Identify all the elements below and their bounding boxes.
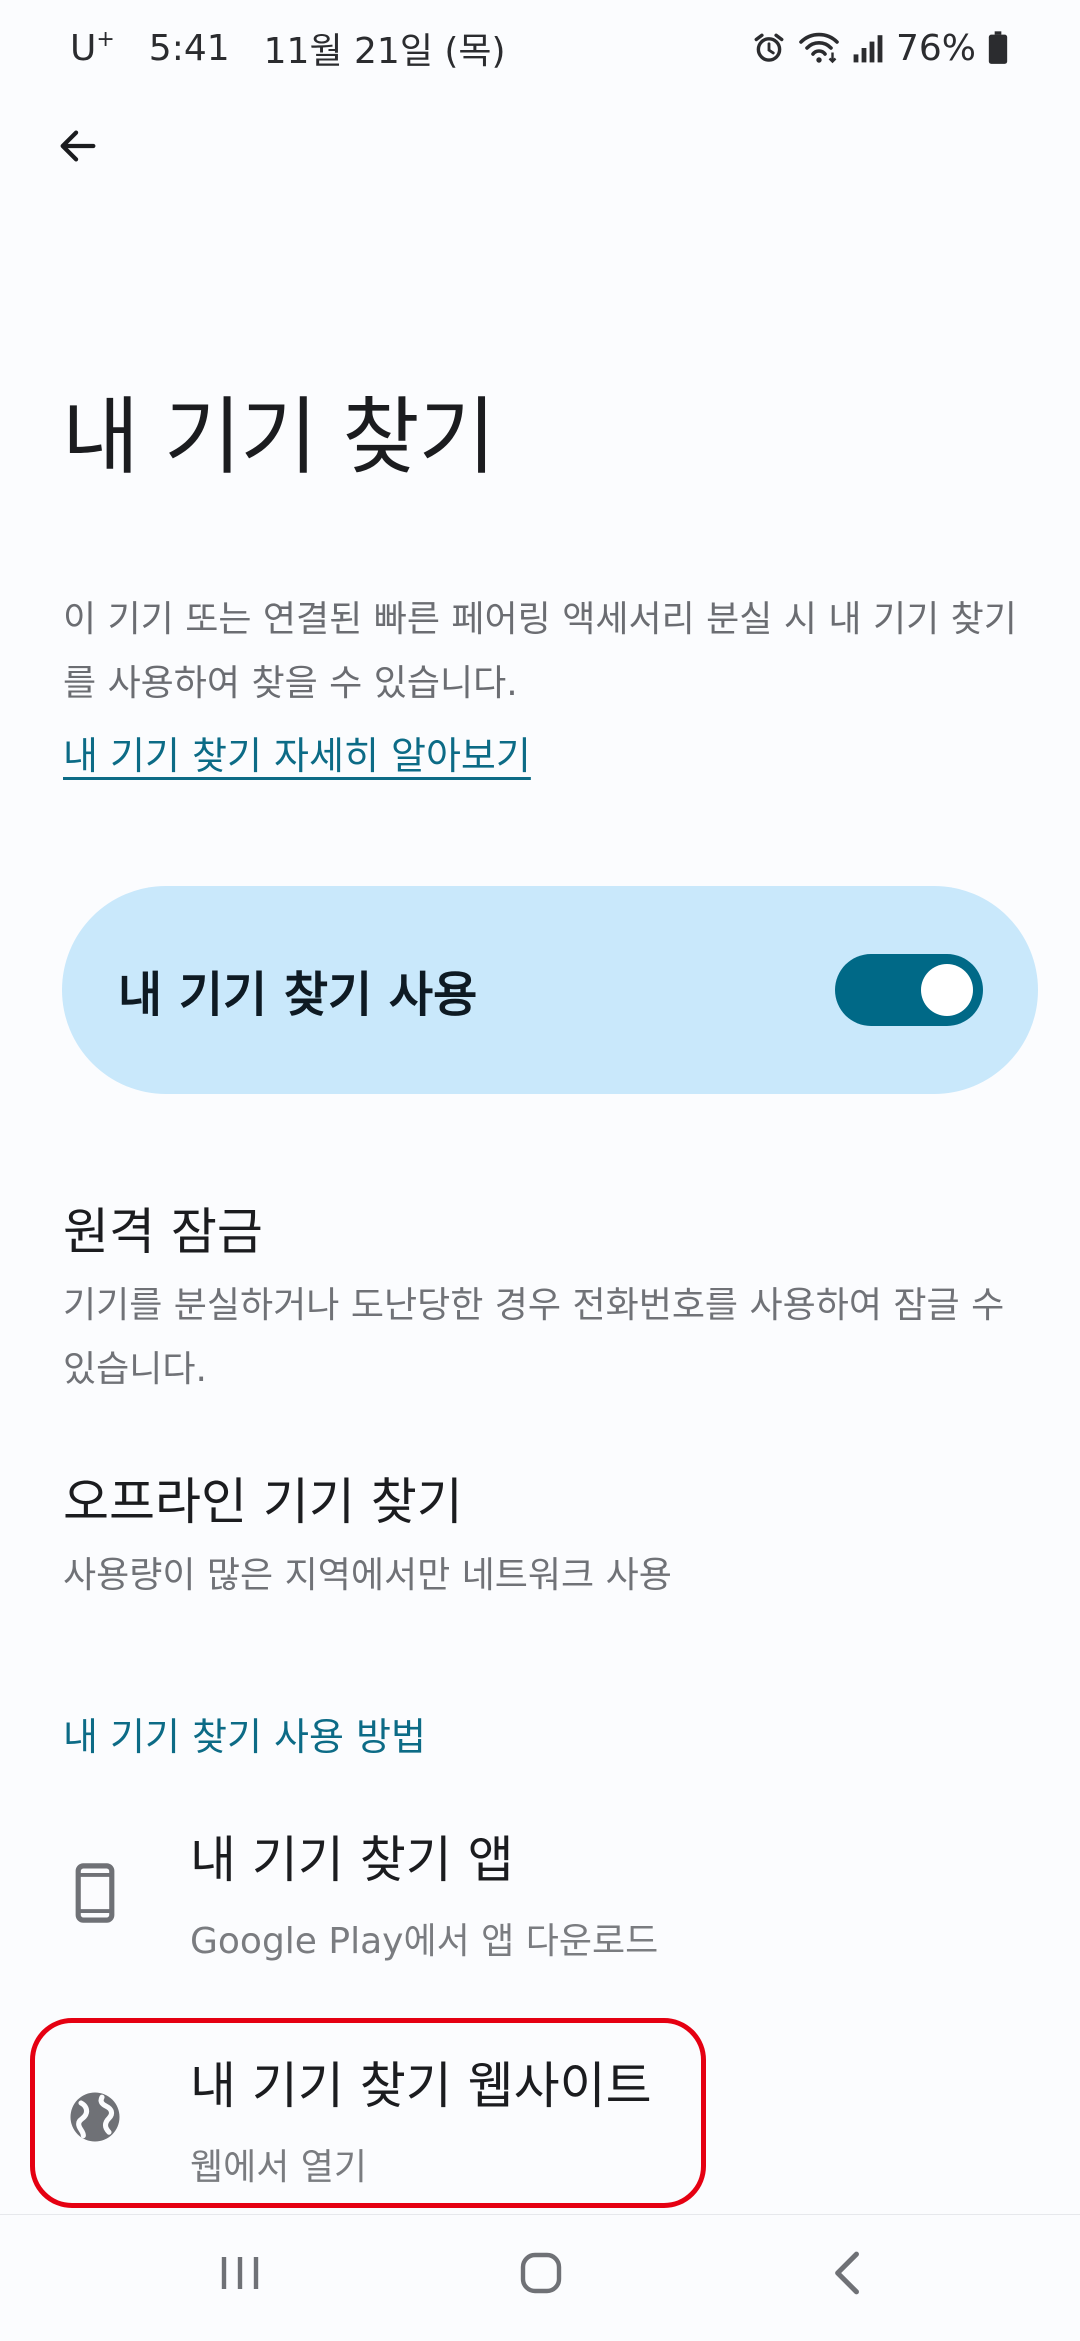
back-button[interactable] [42,112,114,184]
back-icon [831,2250,861,2300]
page-description: 이 기기 또는 연결된 빠른 페어링 액세서리 분실 시 내 기기 찾기를 사용… [63,599,1017,704]
carrier-name: U+ [70,27,115,69]
arrow-left-icon [55,123,101,173]
phone-icon [64,1862,126,1924]
highlight-annotation [30,2018,706,2208]
offline-find-subtitle: 사용량이 많은 지역에서만 네트워크 사용 [63,1555,672,1596]
alarm-icon [752,31,786,65]
find-my-device-toggle-card[interactable]: 내 기기 찾기 사용 [62,886,1038,1094]
status-left: U+ 5:41 11월 21일 (목) [70,22,506,74]
signal-icon [852,33,884,63]
learn-more-link[interactable]: 내 기기 찾기 자세히 알아보기 [63,725,531,780]
recents-button[interactable] [200,2235,280,2315]
nav-back-button[interactable] [806,2235,886,2315]
find-my-device-toggle-label: 내 기기 찾기 사용 [118,967,478,1023]
section-header: 내 기기 찾기 사용 방법 [63,1715,426,1759]
status-date: 11월 21일 (목) [263,31,506,72]
status-bar: U+ 5:41 11월 21일 (목) 76% [0,0,1080,96]
find-my-device-app-title: 내 기기 찾기 앱 [190,1831,514,1889]
wifi-icon [798,31,840,65]
page-title: 내 기기 찾기 [62,388,496,486]
remote-lock-item[interactable]: 원격 잠금 기기를 분실하거나 도난당한 경우 전화번호를 사용하여 잠글 수 … [63,1192,1043,1402]
find-my-device-switch[interactable] [835,954,983,1026]
status-time: 5:41 [148,27,230,69]
switch-thumb [921,964,973,1016]
navigation-bar [0,2214,1080,2341]
battery-percent: 76% [895,27,976,69]
battery-icon [988,31,1008,65]
find-my-device-app-item[interactable]: 내 기기 찾기 앱 Google Play에서 앱 다운로드 [0,1820,1080,1970]
find-my-device-app-subtitle: Google Play에서 앱 다운로드 [190,1921,659,1962]
recents-icon [218,2253,262,2297]
offline-find-title: 오프라인 기기 찾기 [63,1473,463,1531]
option-text: 내 기기 찾기 앱 Google Play에서 앱 다운로드 [190,1820,658,1964]
remote-lock-subtitle: 기기를 분실하거나 도난당한 경우 전화번호를 사용하여 잠글 수 있습니다. [63,1285,1005,1390]
home-icon [519,2251,563,2299]
status-right: 76% [752,28,1008,69]
offline-find-item[interactable]: 오프라인 기기 찾기 사용량이 많은 지역에서만 네트워크 사용 [63,1462,1043,1608]
remote-lock-title: 원격 잠금 [63,1203,263,1261]
home-button[interactable] [501,2235,581,2315]
